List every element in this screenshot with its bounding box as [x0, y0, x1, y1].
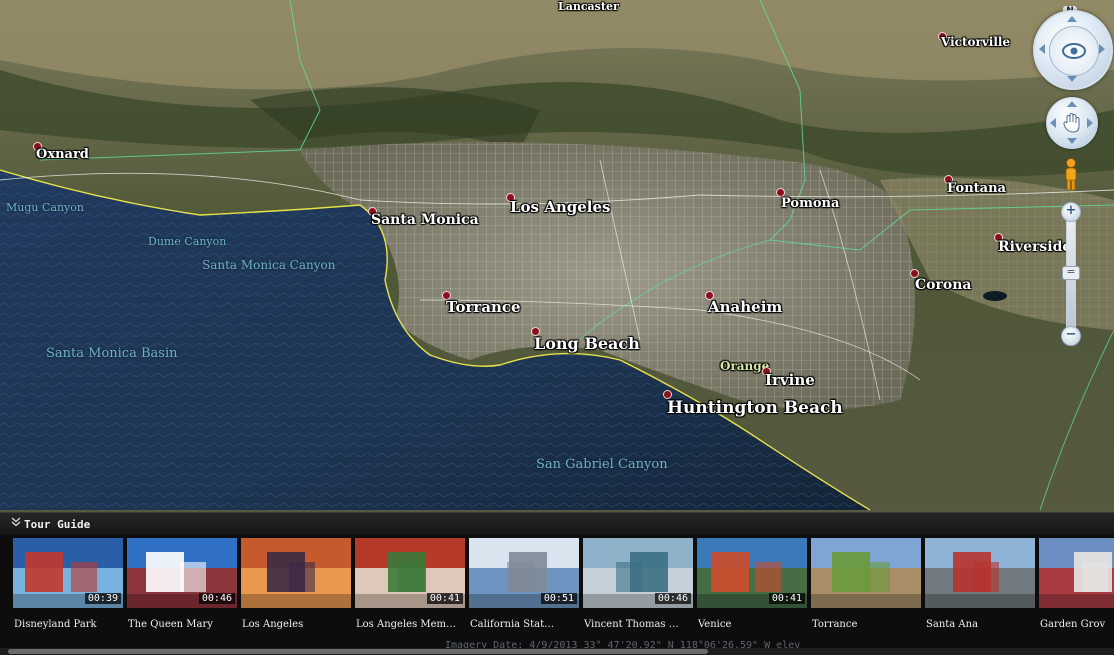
hand-icon — [1063, 113, 1080, 133]
city-label[interactable]: Victorville — [941, 35, 1010, 49]
pan-left-arrow[interactable] — [1050, 118, 1056, 128]
tour-thumbnail[interactable]: 00:51 California Stat… — [469, 538, 579, 638]
city-label[interactable]: Santa Monica — [371, 212, 479, 228]
tour-thumbnail-image[interactable] — [1039, 538, 1114, 608]
city-label[interactable]: Irvine — [765, 371, 815, 389]
tour-thumbnail-label[interactable]: Torrance — [812, 619, 921, 630]
tour-thumbnail-label[interactable]: Venice — [698, 619, 807, 630]
tour-duration: 00:39 — [84, 593, 121, 604]
tour-thumbnail[interactable]: Torrance — [811, 538, 921, 638]
eye-icon[interactable] — [1049, 26, 1099, 76]
tour-thumbnail[interactable]: 00:46 Vincent Thomas … — [583, 538, 693, 638]
water-feature-label: Mugu Canyon — [6, 201, 84, 214]
pan-right-arrow[interactable] — [1087, 118, 1093, 128]
water-feature-label: Dume Canyon — [148, 235, 227, 248]
tour-thumbnail-label[interactable]: The Queen Mary — [128, 619, 237, 630]
street-view-pegman-icon[interactable] — [1061, 157, 1081, 193]
tour-thumbnail[interactable]: 00:41 Los Angeles Mem… — [355, 538, 465, 638]
water-feature-label: Santa Monica Canyon — [202, 258, 336, 272]
pan-up-arrow[interactable] — [1067, 101, 1077, 107]
pan-down-arrow[interactable] — [1067, 138, 1077, 144]
tour-thumbnail-label[interactable]: Disneyland Park — [14, 619, 123, 630]
tour-guide-header[interactable]: Tour Guide — [0, 512, 1114, 535]
city-label[interactable]: Oxnard — [36, 147, 89, 162]
tour-thumbnail[interactable]: 00:41 Venice — [697, 538, 807, 638]
tour-duration: 00:41 — [426, 593, 463, 604]
city-label[interactable]: Long Beach — [534, 334, 640, 353]
pan-control[interactable] — [1046, 97, 1098, 149]
tour-thumbnail-label[interactable]: Los Angeles — [242, 619, 351, 630]
tour-thumbnail[interactable]: 00:39 Disneyland Park — [13, 538, 123, 638]
city-label[interactable]: Fontana — [947, 181, 1006, 196]
tour-duration: 00:46 — [654, 593, 691, 604]
tour-guide-panel: Tour Guide 00:39 Disneyland Park 00:46 The … — [0, 512, 1114, 655]
city-label[interactable]: Los Angeles — [510, 198, 610, 216]
tour-thumbnail[interactable]: Garden Grov — [1039, 538, 1114, 638]
zoom-out-button[interactable]: − — [1061, 326, 1081, 346]
city-label[interactable]: Anaheim — [708, 298, 782, 316]
tour-thumbnail-image[interactable] — [925, 538, 1035, 608]
tour-thumbnail[interactable]: Los Angeles — [241, 538, 351, 638]
tour-thumbnail[interactable]: Santa Ana — [925, 538, 1035, 638]
tour-thumbnail-strip: 00:39 Disneyland Park 00:46 The Queen Mary L… — [0, 538, 1114, 646]
tour-duration: 00:51 — [540, 593, 577, 604]
look-control[interactable] — [1033, 10, 1113, 90]
tour-thumbnail-image[interactable] — [241, 538, 351, 608]
zoom-slider-thumb[interactable]: = — [1062, 266, 1080, 280]
tour-duration: 00:46 — [198, 593, 235, 604]
tour-thumbnail-label[interactable]: California Stat… — [470, 619, 579, 630]
city-label[interactable]: Pomona — [781, 196, 839, 211]
look-right-arrow[interactable] — [1099, 44, 1105, 54]
city-label[interactable]: Torrance — [446, 298, 521, 316]
tour-scrollbar-thumb[interactable] — [8, 649, 708, 654]
water-feature-label: Santa Monica Basin — [46, 346, 178, 361]
city-label[interactable]: Corona — [915, 277, 971, 293]
tour-thumbnail-image[interactable] — [811, 538, 921, 608]
tour-thumbnail[interactable]: 00:46 The Queen Mary — [127, 538, 237, 638]
tour-duration: 00:41 — [768, 593, 805, 604]
look-left-arrow[interactable] — [1039, 44, 1045, 54]
zoom-slider[interactable]: + = − — [1061, 202, 1081, 346]
tour-thumbnail-label[interactable]: Garden Grov — [1040, 619, 1114, 630]
tour-thumbnail-label[interactable]: Vincent Thomas … — [584, 619, 693, 630]
zoom-in-button[interactable]: + — [1061, 202, 1081, 222]
tour-guide-title: Tour Guide — [24, 518, 91, 531]
water-feature-label: San Gabriel Canyon — [536, 457, 668, 472]
map-viewport[interactable]: Lancaster Victorville Oxnard Santa Monic… — [0, 0, 1114, 655]
city-label[interactable]: Huntington Beach — [667, 398, 843, 418]
tour-thumbnail-label[interactable]: Los Angeles Mem… — [356, 619, 465, 630]
tour-scrollbar[interactable] — [0, 648, 1114, 655]
city-label[interactable]: Lancaster — [558, 0, 619, 13]
look-up-arrow[interactable] — [1067, 16, 1077, 22]
tour-thumbnail-label[interactable]: Santa Ana — [926, 619, 1035, 630]
collapse-chevron-icon[interactable] — [11, 517, 21, 527]
